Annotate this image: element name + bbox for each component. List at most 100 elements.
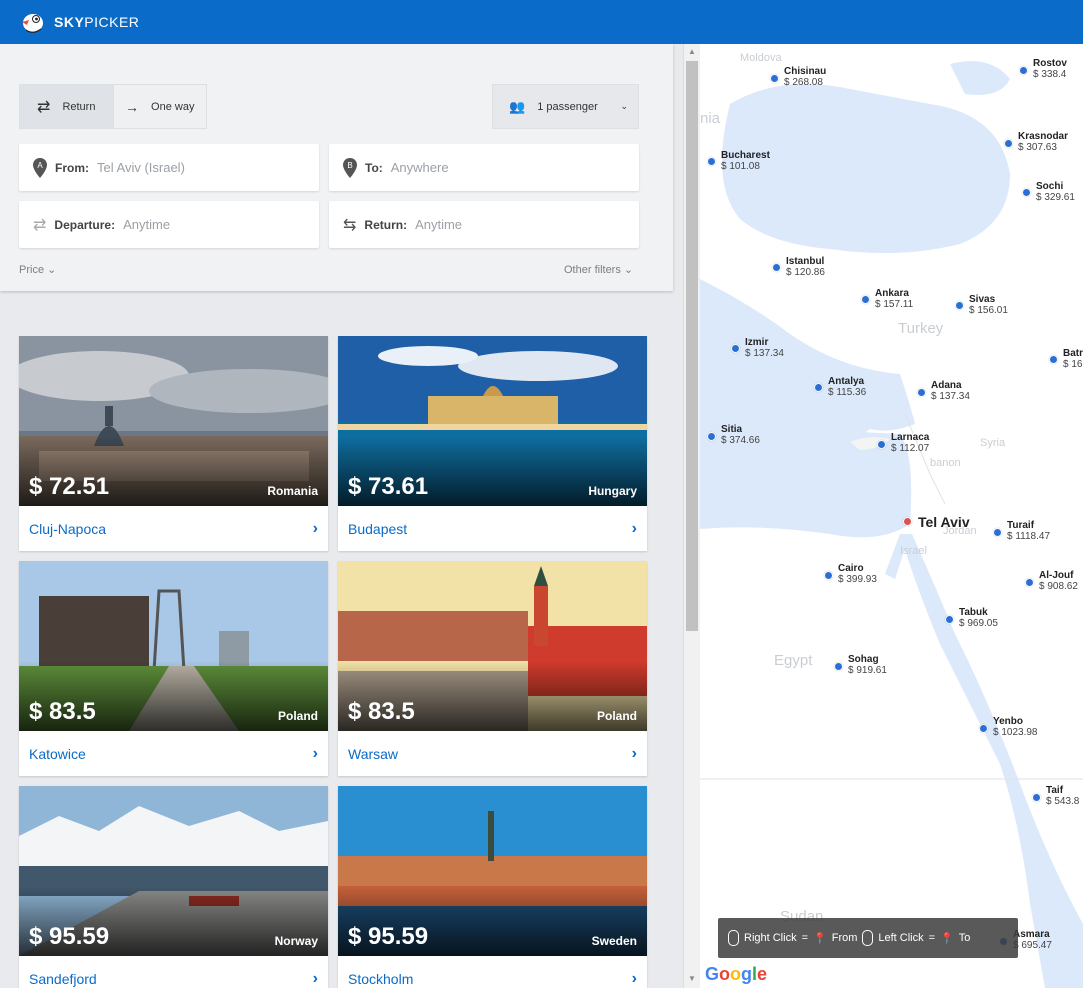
swap-icon: ⇄ <box>37 98 51 116</box>
chevron-right-icon[interactable]: › <box>632 520 637 538</box>
city-label[interactable]: Istanbul $ 120.86 <box>786 256 825 278</box>
city-marker[interactable] <box>1019 66 1028 75</box>
city-label[interactable]: Cairo $ 399.93 <box>838 563 877 585</box>
return-arrows-icon: ⇆ <box>343 216 357 234</box>
city-marker[interactable] <box>707 432 716 441</box>
chevron-right-icon[interactable]: › <box>632 745 637 763</box>
card-price: $ 83.5 <box>348 698 415 725</box>
city-marker[interactable] <box>731 344 740 353</box>
city-marker[interactable] <box>955 301 964 310</box>
card-country: Romania <box>267 484 318 498</box>
city-label[interactable]: Asmara $ 695.47 <box>1013 929 1052 951</box>
legend-to-label: To <box>958 932 971 944</box>
city-label[interactable]: Antalya $ 115.36 <box>828 376 866 398</box>
city-label[interactable]: Chisinau $ 268.08 <box>784 66 826 88</box>
chevron-right-icon[interactable]: › <box>313 520 318 538</box>
mouse-icon <box>728 930 739 946</box>
skypicker-logo[interactable]: SKYPICKER <box>18 8 139 36</box>
chevron-right-icon[interactable]: › <box>632 970 637 988</box>
city-marker[interactable] <box>1022 188 1031 197</box>
home-city-label[interactable]: Tel Aviv <box>918 514 970 530</box>
city-marker[interactable] <box>824 571 833 580</box>
card-price: $ 83.5 <box>29 698 96 725</box>
city-label[interactable]: Batr $ 16 <box>1063 348 1083 370</box>
legend-from-label: From <box>831 932 858 944</box>
scroll-up-icon[interactable]: ▲ <box>688 47 696 56</box>
city-marker[interactable] <box>1004 139 1013 148</box>
scroll-thumb[interactable] <box>686 61 698 631</box>
google-attribution: Google <box>705 964 768 984</box>
return-trip-button[interactable]: ⇄ Return <box>20 85 113 128</box>
to-label: To: <box>365 160 383 175</box>
city-marker[interactable] <box>917 388 926 397</box>
city-label[interactable]: Krasnodar $ 307.63 <box>1018 131 1068 153</box>
from-value: Tel Aviv (Israel) <box>97 160 185 175</box>
city-marker[interactable] <box>1032 793 1041 802</box>
destination-card[interactable]: $ 95.59 Sweden Stockholm › <box>338 786 647 988</box>
city-marker[interactable] <box>861 295 870 304</box>
city-marker[interactable] <box>945 615 954 624</box>
return-label: Return <box>62 100 96 113</box>
trip-type-toggle: ⇄ Return → One way <box>19 84 207 129</box>
city-marker[interactable] <box>707 157 716 166</box>
city-label[interactable]: Izmir $ 137.34 <box>745 337 784 359</box>
card-city[interactable]: Sandefjord <box>29 971 97 987</box>
one-way-button[interactable]: → One way <box>112 85 207 128</box>
city-marker[interactable] <box>1025 578 1034 587</box>
city-label[interactable]: Al-Jouf $ 908.62 <box>1039 570 1078 592</box>
destination-card[interactable]: $ 83.5 Poland Warsaw › <box>338 561 647 776</box>
city-marker[interactable] <box>877 440 886 449</box>
home-city-marker[interactable] <box>903 517 912 526</box>
chevron-right-icon[interactable]: › <box>313 745 318 763</box>
city-label[interactable]: Tabuk $ 969.05 <box>959 607 998 629</box>
city-label[interactable]: Yenbo $ 1023.98 <box>993 716 1038 738</box>
pin-b-icon: B <box>343 157 357 178</box>
passenger-select[interactable]: 👥 1 passenger ⌄ <box>492 84 639 129</box>
return-field[interactable]: ⇆ Return: Anytime <box>329 201 639 248</box>
city-marker[interactable] <box>993 528 1002 537</box>
destination-card[interactable]: $ 95.59 Norway Sandefjord › <box>19 786 328 988</box>
return-date-value: Anytime <box>415 217 463 232</box>
city-label[interactable]: Bucharest $ 101.08 <box>721 150 770 172</box>
from-field[interactable]: A From: Tel Aviv (Israel) <box>19 144 319 191</box>
city-label[interactable]: Sohag $ 919.61 <box>848 654 887 676</box>
city-marker[interactable] <box>814 383 823 392</box>
city-label[interactable]: Ankara $ 157.11 <box>875 288 913 310</box>
city-label[interactable]: Sitia $ 374.66 <box>721 424 760 446</box>
return-date-label: Return: <box>364 217 408 232</box>
scrollbar[interactable]: ▲ ▼ <box>683 44 700 988</box>
city-marker[interactable] <box>834 662 843 671</box>
city-label[interactable]: Larnaca $ 112.07 <box>891 432 929 454</box>
city-label[interactable]: Turaif $ 1118.47 <box>1007 520 1050 542</box>
destination-card[interactable]: $ 72.51 Romania Cluj-Napoca › <box>19 336 328 551</box>
departure-field[interactable]: ⇄ Departure: Anytime <box>19 201 319 248</box>
card-city[interactable]: Katowice <box>29 746 86 762</box>
city-marker[interactable] <box>770 74 779 83</box>
city-label[interactable]: Sochi $ 329.61 <box>1036 181 1075 203</box>
city-label[interactable]: Adana $ 137.34 <box>931 380 970 402</box>
region-label: nia <box>700 110 721 127</box>
right-click-label: Right Click <box>744 932 797 944</box>
scroll-down-icon[interactable]: ▼ <box>688 974 696 983</box>
chevron-right-icon[interactable]: › <box>313 970 318 988</box>
city-label[interactable]: Sivas $ 156.01 <box>969 294 1008 316</box>
card-city[interactable]: Warsaw <box>348 746 398 762</box>
card-city[interactable]: Budapest <box>348 521 407 537</box>
card-price: $ 72.51 <box>29 473 110 500</box>
logo-text: SKYPICKER <box>54 14 140 30</box>
destination-card[interactable]: $ 83.5 Poland Katowice › <box>19 561 328 776</box>
city-marker[interactable] <box>772 263 781 272</box>
region-label: banon <box>930 457 961 469</box>
other-filters[interactable]: Other filters ⌄ <box>564 263 633 276</box>
card-city[interactable]: Stockholm <box>348 971 413 987</box>
city-label[interactable]: Taif $ 543.8 <box>1046 785 1079 807</box>
to-field[interactable]: B To: Anywhere <box>329 144 639 191</box>
city-marker[interactable] <box>1049 355 1058 364</box>
price-filter[interactable]: Price ⌄ <box>19 263 56 276</box>
city-marker[interactable] <box>979 724 988 733</box>
equals-sign: = <box>801 932 809 944</box>
city-label[interactable]: Rostov $ 338.4 <box>1033 58 1067 80</box>
destination-card[interactable]: $ 73.61 Hungary Budapest › <box>338 336 647 551</box>
card-city[interactable]: Cluj-Napoca <box>29 521 106 537</box>
map-view[interactable]: nia Moldova Turkey Syria banon Jordan Is… <box>700 44 1083 988</box>
